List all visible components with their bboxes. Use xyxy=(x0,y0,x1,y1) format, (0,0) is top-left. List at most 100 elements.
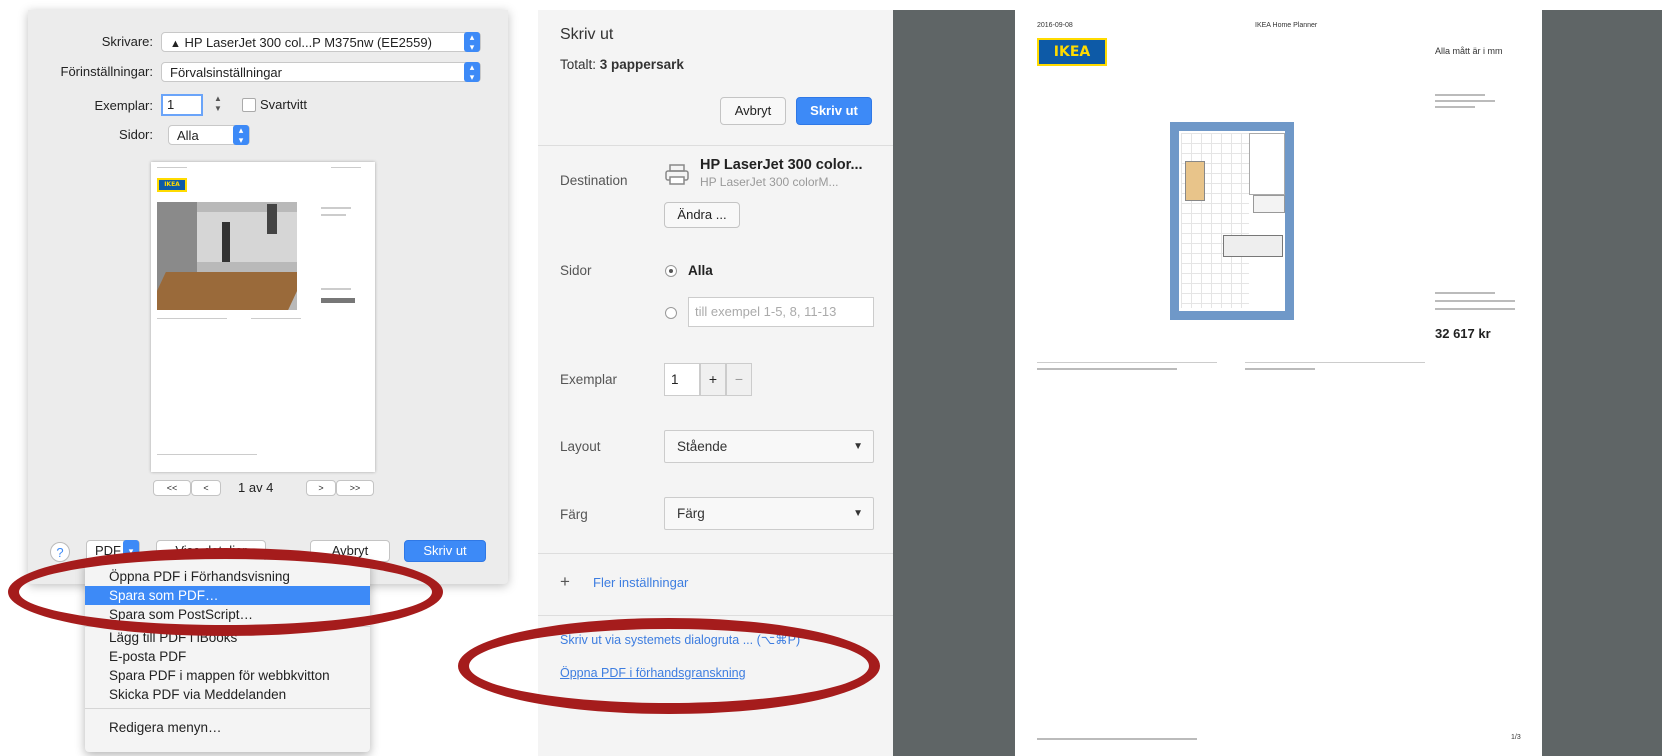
pages-custom-radio[interactable] xyxy=(665,307,677,319)
chrome-print-title: Skriv ut xyxy=(560,26,614,43)
copies-label: Exemplar: xyxy=(94,98,153,113)
pages-all-radio[interactable] xyxy=(665,265,677,277)
menu-item-email-pdf[interactable]: E-posta PDF xyxy=(85,647,370,666)
prev-page-button[interactable]: < xyxy=(191,480,221,496)
total-price: 32 617 kr xyxy=(1435,326,1491,341)
page-text-line xyxy=(1435,300,1515,302)
thumb-footer-line xyxy=(157,454,257,455)
print-preview-thumbnail: IKEA xyxy=(151,162,375,472)
color-select[interactable]: Färg ▼ xyxy=(664,497,874,530)
presets-select-value: Förvalsinställningar xyxy=(170,65,282,80)
page-footer-line xyxy=(1037,738,1197,740)
copies-plus-button[interactable]: + xyxy=(700,363,726,396)
page-header-date: 2016-09-08 xyxy=(1037,22,1073,29)
printer-warning-icon: ▲ xyxy=(170,38,181,50)
floor-grid xyxy=(1181,133,1249,308)
last-page-button[interactable]: >> xyxy=(336,480,374,496)
thumb-price-line xyxy=(321,298,355,303)
menu-item-edit-menu[interactable]: Redigera menyn… xyxy=(85,718,370,737)
preview-page: 2016-09-08 IKEA Home Planner IKEA Alla m… xyxy=(1015,10,1542,756)
destination-label: Destination xyxy=(560,173,628,188)
caret-down-icon: ▼ xyxy=(853,508,863,519)
divider xyxy=(538,553,893,554)
page-text-line xyxy=(1435,308,1515,310)
ikea-logo: IKEA xyxy=(157,178,187,192)
printer-select-value: HP LaserJet 300 col...P M375nw (EE2559) xyxy=(184,35,432,50)
presets-select[interactable]: Förvalsinställningar ▴ ▾ xyxy=(161,62,481,82)
ikea-logo: IKEA xyxy=(1037,38,1107,66)
pages-select-value: Alla xyxy=(177,128,199,143)
layout-select[interactable]: Stående ▼ xyxy=(664,430,874,463)
chrome-print-button[interactable]: Skriv ut xyxy=(796,97,872,125)
copies-minus-button[interactable]: − xyxy=(726,363,752,396)
page-text-line xyxy=(1245,368,1315,370)
plus-icon: + xyxy=(560,572,570,591)
menu-item-save-to-receipts[interactable]: Spara PDF i mappen för webbkvitton xyxy=(85,666,370,685)
printer-label: Skrivare: xyxy=(101,34,153,49)
menu-item-send-via-messages[interactable]: Skicka PDF via Meddelanden xyxy=(85,685,370,704)
page-text-line xyxy=(1435,94,1485,96)
more-settings-link[interactable]: Fler inställningar xyxy=(593,575,688,590)
dining-table xyxy=(1185,161,1205,201)
menu-divider xyxy=(85,708,370,709)
pages-range-input[interactable]: till exempel 1-5, 8, 11-13 xyxy=(688,297,874,327)
page-text-line xyxy=(1435,106,1475,108)
printer-select[interactable]: ▲ HP LaserJet 300 col...P M375nw (EE2559… xyxy=(161,32,481,52)
total-value: 3 pappersark xyxy=(599,57,684,72)
next-page-button[interactable]: > xyxy=(306,480,336,496)
thumb-text-line xyxy=(251,318,301,319)
change-destination-button[interactable]: Ändra ... xyxy=(664,202,740,228)
page-text-line xyxy=(1037,368,1177,370)
color-select-value: Färg xyxy=(677,506,705,521)
chevron-updown-icon: ▴ ▾ xyxy=(233,125,249,145)
pages-label: Sidor xyxy=(560,263,592,278)
divider xyxy=(538,145,893,146)
chevron-updown-icon: ▴ ▾ xyxy=(464,62,480,82)
pages-label: Sidor: xyxy=(119,127,153,142)
destination-printer-sub: HP LaserJet 300 colorM... xyxy=(700,175,839,189)
divider xyxy=(538,615,893,616)
first-page-button[interactable]: << xyxy=(153,480,191,496)
copies-label: Exemplar xyxy=(560,372,618,387)
thumb-header-line xyxy=(331,167,361,168)
thumb-text-line xyxy=(321,288,351,290)
mac-print-dialog: Skrivare: ▲ HP LaserJet 300 col...P M375… xyxy=(28,10,508,584)
page-header-title: IKEA Home Planner xyxy=(1255,22,1318,29)
help-button[interactable]: ? xyxy=(50,542,70,562)
destination-printer-name: HP LaserJet 300 color... xyxy=(700,157,863,173)
layout-label: Layout xyxy=(560,439,601,454)
copies-stepper[interactable]: ▲ ▼ xyxy=(212,94,224,116)
bw-label: Svartvitt xyxy=(260,97,307,112)
fridge-unit xyxy=(1249,133,1285,195)
pages-all-label: Alla xyxy=(688,263,713,278)
thumb-text-line xyxy=(321,214,346,216)
page-text-line xyxy=(1245,362,1425,363)
page-text-line xyxy=(1435,100,1495,102)
page-text-line xyxy=(1435,292,1495,294)
copies-input[interactable]: 1 xyxy=(664,363,700,396)
kitchen-3d-render xyxy=(157,202,297,310)
caret-down-icon: ▼ xyxy=(853,441,863,452)
printer-icon xyxy=(664,164,690,186)
total-label: Totalt: xyxy=(560,57,597,72)
page-number: 1/3 xyxy=(1511,734,1521,741)
stove-unit xyxy=(1223,235,1283,257)
page-counter: 1 av 4 xyxy=(238,480,274,495)
thumb-text-line xyxy=(321,207,351,209)
copies-input[interactable]: 1 xyxy=(161,94,203,116)
bw-checkbox[interactable] xyxy=(242,98,256,112)
measure-note: Alla mått är i mm xyxy=(1435,46,1503,56)
pages-select[interactable]: Alla ▴ ▾ xyxy=(168,125,250,145)
total-sheets: Totalt: 3 pappersark xyxy=(560,57,684,72)
layout-select-value: Stående xyxy=(677,439,728,454)
page-text-line xyxy=(1037,362,1217,363)
mac-print-button[interactable]: Skriv ut xyxy=(404,540,486,562)
highlight-ellipse xyxy=(8,548,443,636)
color-label: Färg xyxy=(560,507,588,522)
presets-label: Förinställningar: xyxy=(60,64,154,79)
chevron-updown-icon: ▴ ▾ xyxy=(464,32,480,52)
highlight-ellipse xyxy=(458,618,880,714)
sink-unit xyxy=(1253,195,1285,213)
floor-plan xyxy=(1170,122,1294,320)
chrome-cancel-button[interactable]: Avbryt xyxy=(720,97,786,125)
